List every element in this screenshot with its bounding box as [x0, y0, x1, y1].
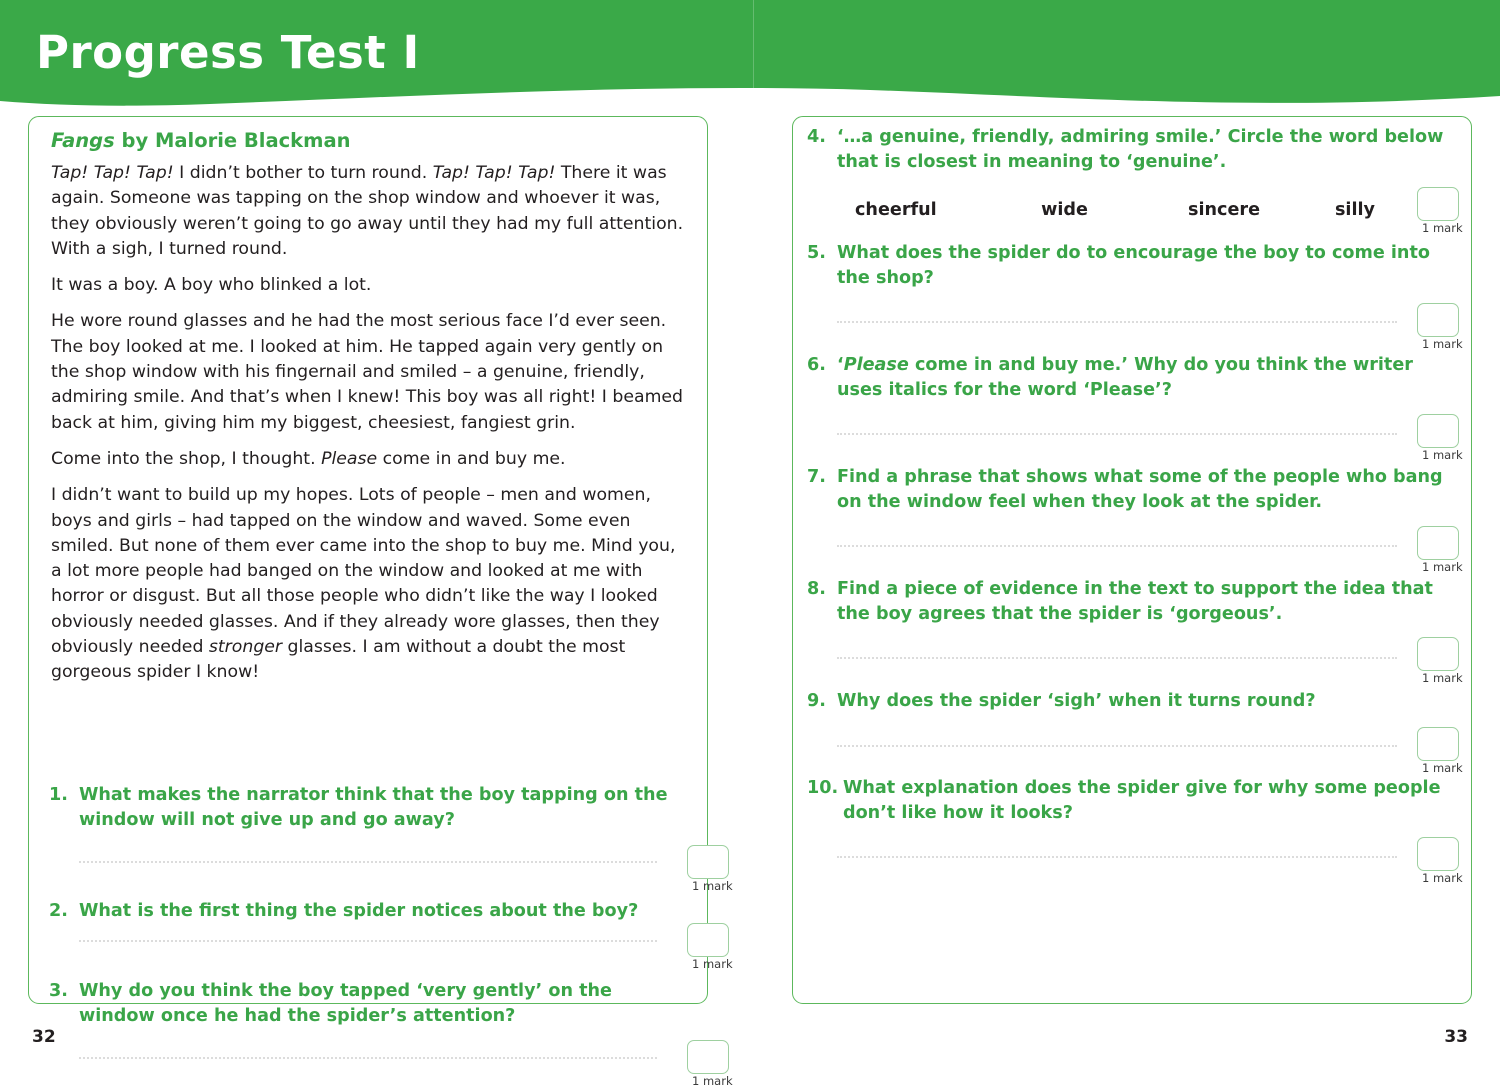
question-1: 1. What makes the narrator think that th… — [49, 783, 693, 833]
question-4-option-silly[interactable]: silly — [1335, 200, 1375, 220]
mark-label-10: 1 mark — [1422, 871, 1463, 885]
right-page-card: 4. ‘…a genuine, friendly, admiring smile… — [792, 116, 1472, 1004]
question-7: 7. Find a phrase that shows what some of… — [807, 465, 1459, 515]
question-5-number: 5. — [807, 243, 826, 263]
mark-box-2[interactable] — [687, 923, 729, 957]
mark-label-9: 1 mark — [1422, 761, 1463, 775]
mark-box-4[interactable] — [1417, 187, 1459, 221]
question-5: 5. What does the spider do to encourage … — [807, 241, 1459, 291]
passage-paragraph-3: He wore round glasses and he had the mos… — [51, 311, 684, 433]
answer-line-5[interactable] — [837, 321, 1397, 325]
question-4-option-sincere[interactable]: sincere — [1188, 200, 1335, 220]
answer-line-7[interactable] — [837, 545, 1397, 549]
mark-box-5[interactable] — [1417, 303, 1459, 337]
answer-line-9[interactable] — [837, 745, 1397, 749]
question-8-number: 8. — [807, 579, 826, 599]
question-1-number: 1. — [49, 785, 68, 805]
mark-box-7[interactable] — [1417, 526, 1459, 560]
question-8-text: Find a piece of evidence in the text to … — [837, 579, 1433, 624]
question-3-number: 3. — [49, 981, 68, 1001]
question-5-text: What does the spider do to encourage the… — [837, 243, 1430, 288]
question-2-text: What is the first thing the spider notic… — [79, 901, 639, 921]
mark-box-10[interactable] — [1417, 837, 1459, 871]
answer-line-1[interactable] — [79, 861, 657, 865]
passage-paragraph-2: It was a boy. A boy who blinked a lot. — [51, 275, 372, 296]
passage-paragraph-1: Tap! Tap! Tap! I didn’t bother to turn r… — [51, 163, 684, 259]
question-3: 3. Why do you think the boy tapped ‘very… — [49, 979, 693, 1029]
mark-box-1[interactable] — [687, 845, 729, 879]
mark-box-9[interactable] — [1417, 727, 1459, 761]
question-9: 9. Why does the spider ‘sigh’ when it tu… — [807, 689, 1459, 714]
question-4-option-cheerful[interactable]: cheerful — [855, 200, 1041, 220]
question-4-options: cheerful wide sincere silly — [855, 200, 1375, 220]
question-6: 6. ‘Please come in and buy me.’ Why do y… — [807, 353, 1459, 403]
question-10-number: 10. — [807, 778, 839, 798]
question-6-number: 6. — [807, 355, 826, 375]
answer-line-10[interactable] — [837, 856, 1397, 860]
mark-label-3: 1 mark — [692, 1074, 733, 1088]
question-9-text: Why does the spider ‘sigh’ when it turns… — [837, 691, 1316, 711]
question-10: 10. What explanation does the spider giv… — [807, 776, 1459, 826]
question-4-option-wide[interactable]: wide — [1041, 200, 1188, 220]
page-spine-divider — [753, 0, 754, 112]
question-8: 8. Find a piece of evidence in the text … — [807, 577, 1459, 627]
answer-line-3[interactable] — [79, 1057, 657, 1061]
mark-box-8[interactable] — [1417, 637, 1459, 671]
page-header: Progress Test I — [0, 0, 1500, 112]
mark-label-2: 1 mark — [692, 957, 733, 971]
passage-title-author: by Malorie Blackman — [114, 129, 351, 152]
passage-paragraph-5: I didn’t want to build up my hopes. Lots… — [51, 485, 676, 683]
question-7-text: Find a phrase that shows what some of th… — [837, 467, 1443, 512]
page-number-right: 33 — [1444, 1027, 1468, 1047]
page-number-left: 32 — [32, 1027, 56, 1047]
question-10-text: What explanation does the spider give fo… — [843, 778, 1441, 823]
question-2-number: 2. — [49, 901, 68, 921]
question-4-text: ‘…a genuine, friendly, admiring smile.’ … — [837, 127, 1444, 172]
page-title: Progress Test I — [36, 26, 420, 79]
question-4: 4. ‘…a genuine, friendly, admiring smile… — [807, 125, 1459, 175]
mark-label-5: 1 mark — [1422, 337, 1463, 351]
question-1-text: What makes the narrator think that the b… — [79, 785, 668, 830]
question-9-number: 9. — [807, 691, 826, 711]
question-7-number: 7. — [807, 467, 826, 487]
passage-title: Fangs by Malorie Blackman — [51, 129, 351, 152]
question-4-number: 4. — [807, 127, 826, 147]
passage-paragraph-4: Come into the shop, I thought. Please co… — [51, 448, 566, 469]
mark-box-6[interactable] — [1417, 414, 1459, 448]
answer-line-2[interactable] — [79, 940, 657, 944]
mark-label-6: 1 mark — [1422, 448, 1463, 462]
passage-body: Tap! Tap! Tap! I didn’t bother to turn r… — [51, 161, 689, 697]
mark-label-7: 1 mark — [1422, 560, 1463, 574]
question-3-text: Why do you think the boy tapped ‘very ge… — [79, 981, 612, 1026]
mark-label-1: 1 mark — [692, 879, 733, 893]
left-page-card: Fangs by Malorie Blackman Tap! Tap! Tap!… — [28, 116, 733, 1088]
mark-label-4: 1 mark — [1422, 221, 1463, 235]
answer-line-6[interactable] — [837, 433, 1397, 437]
passage-title-book: Fangs — [51, 129, 115, 152]
mark-box-3[interactable] — [687, 1040, 729, 1074]
answer-line-8[interactable] — [837, 657, 1397, 661]
question-2: 2. What is the first thing the spider no… — [49, 899, 693, 924]
mark-label-8: 1 mark — [1422, 671, 1463, 685]
question-6-text: ‘Please come in and buy me.’ Why do you … — [837, 355, 1413, 400]
